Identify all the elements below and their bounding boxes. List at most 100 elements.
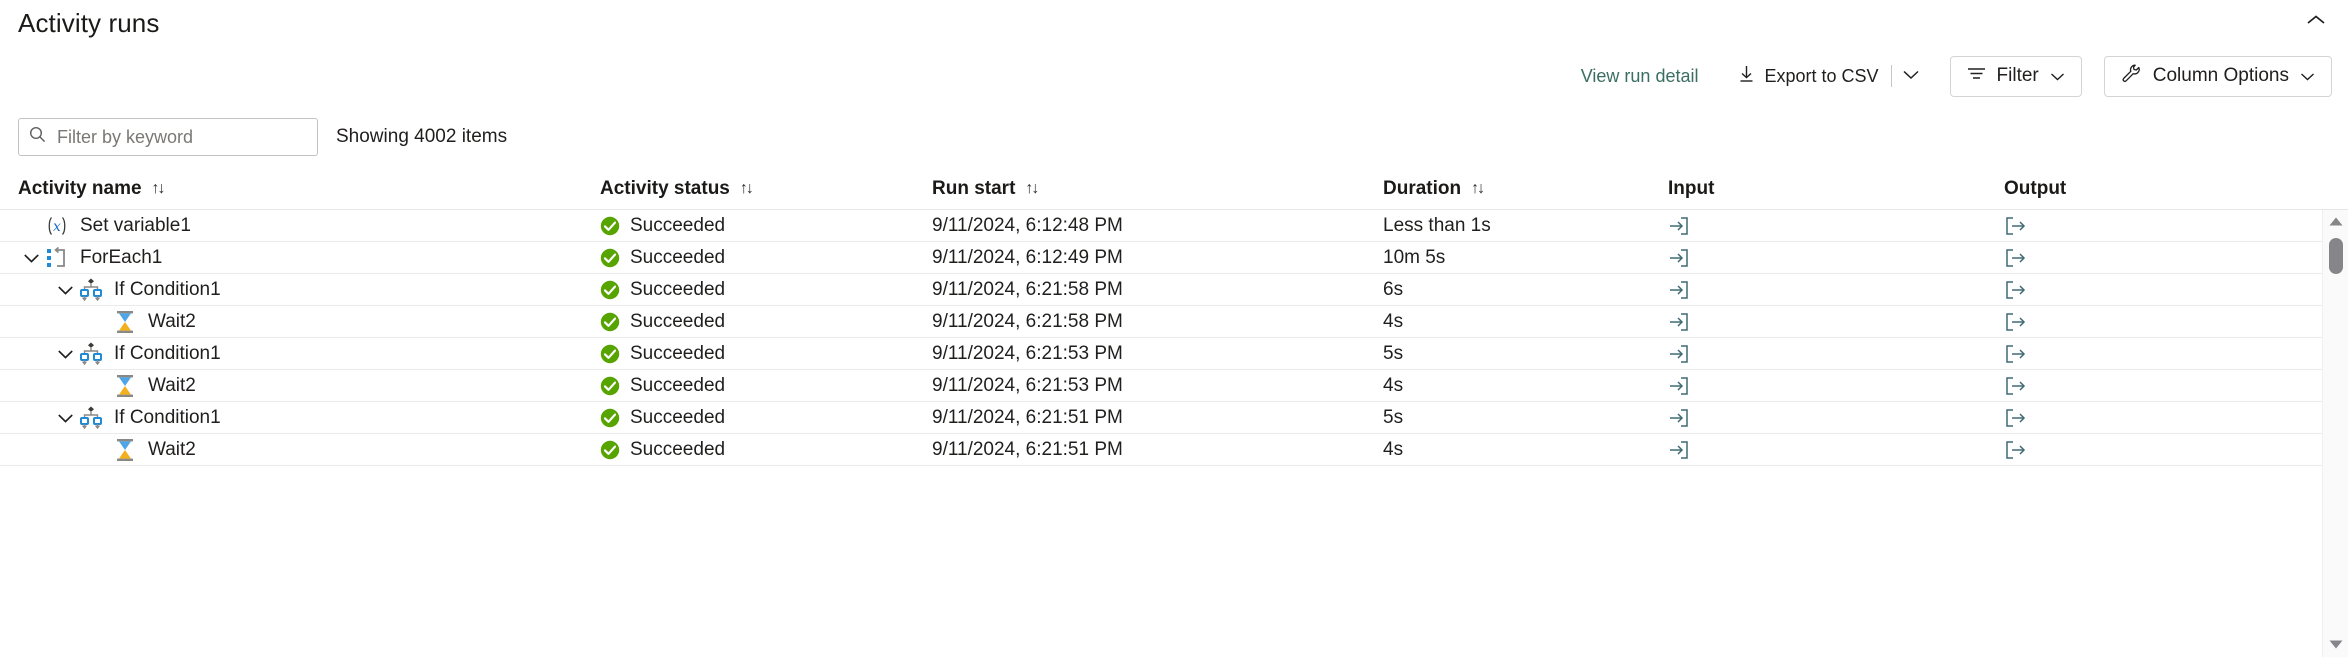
cell-input[interactable] bbox=[1668, 434, 1690, 466]
search-box[interactable] bbox=[18, 118, 318, 156]
arrow-into-box-icon[interactable] bbox=[1668, 248, 1690, 268]
activity-name-label: If Condition1 bbox=[114, 279, 221, 301]
cell-activity-status: Succeeded bbox=[600, 242, 725, 274]
panel-header: Activity runs bbox=[0, 0, 2348, 46]
set-variable-icon: x bbox=[44, 213, 70, 239]
cell-run-start: 9/11/2024, 6:21:58 PM bbox=[932, 306, 1123, 338]
cell-activity-status: Succeeded bbox=[600, 370, 725, 402]
column-header-run-start[interactable]: Run start ↑↓ bbox=[932, 178, 1037, 200]
arrow-out-of-box-icon[interactable] bbox=[2004, 280, 2026, 300]
cell-output[interactable] bbox=[2004, 242, 2026, 274]
sort-icon[interactable]: ↑↓ bbox=[740, 180, 752, 198]
row-expand-chevron-icon[interactable] bbox=[52, 405, 78, 431]
scrollbar-down-button[interactable] bbox=[2323, 633, 2348, 657]
cell-duration: 10m 5s bbox=[1383, 242, 1445, 274]
scrollbar-up-button[interactable] bbox=[2323, 210, 2348, 234]
command-bar: View run detail Export to CSV bbox=[1569, 55, 2332, 97]
cell-output[interactable] bbox=[2004, 210, 2026, 242]
cell-output[interactable] bbox=[2004, 274, 2026, 306]
table-row[interactable]: xSet variable1 Succeeded 9/11/2024, 6:12:4… bbox=[0, 210, 2348, 242]
search-input[interactable] bbox=[55, 126, 307, 149]
activity-name-label: Wait2 bbox=[148, 311, 196, 333]
vertical-scrollbar[interactable] bbox=[2322, 210, 2348, 657]
table-row[interactable]: If Condition1Succeeded9/11/2024, 6:21:53… bbox=[0, 338, 2348, 370]
sort-icon[interactable]: ↑↓ bbox=[1025, 180, 1037, 198]
arrow-into-box-icon[interactable] bbox=[1668, 312, 1690, 332]
status-badge: Succeeded bbox=[630, 407, 725, 429]
cell-run-start: 9/11/2024, 6:12:48 PM bbox=[932, 210, 1123, 242]
column-header-label: Duration bbox=[1383, 178, 1461, 200]
wait-hourglass-icon bbox=[112, 373, 138, 399]
status-success-icon bbox=[600, 216, 620, 236]
command-separator bbox=[1891, 65, 1892, 87]
arrow-out-of-box-icon[interactable] bbox=[2004, 408, 2026, 428]
table-row[interactable]: If Condition1Succeeded9/11/2024, 6:21:51… bbox=[0, 402, 2348, 434]
arrow-into-box-icon[interactable] bbox=[1668, 408, 1690, 428]
column-options-button[interactable]: Column Options bbox=[2104, 56, 2332, 97]
sort-icon[interactable]: ↑↓ bbox=[1471, 180, 1483, 198]
cell-duration: 4s bbox=[1383, 306, 1403, 338]
cell-activity-status: Succeeded bbox=[600, 274, 725, 306]
cell-input[interactable] bbox=[1668, 338, 1690, 370]
arrow-into-box-icon[interactable] bbox=[1668, 440, 1690, 460]
table-row[interactable]: If Condition1Succeeded9/11/2024, 6:21:58… bbox=[0, 274, 2348, 306]
filter-button[interactable]: Filter bbox=[1950, 56, 2082, 97]
export-to-csv-button[interactable]: Export to CSV bbox=[1728, 59, 1888, 93]
cell-input[interactable] bbox=[1668, 242, 1690, 274]
view-run-detail-link[interactable]: View run detail bbox=[1569, 66, 1711, 87]
cell-output[interactable] bbox=[2004, 402, 2026, 434]
arrow-into-box-icon[interactable] bbox=[1668, 280, 1690, 300]
arrow-out-of-box-icon[interactable] bbox=[2004, 216, 2026, 236]
cell-output[interactable] bbox=[2004, 434, 2026, 466]
cell-input[interactable] bbox=[1668, 210, 1690, 242]
wrench-icon bbox=[2121, 63, 2142, 90]
cell-input[interactable] bbox=[1668, 370, 1690, 402]
cell-output[interactable] bbox=[2004, 306, 2026, 338]
cell-input[interactable] bbox=[1668, 402, 1690, 434]
activity-runs-table: Activity name ↑↓ Activity status ↑↓ Run … bbox=[0, 168, 2348, 657]
cell-duration: 4s bbox=[1383, 370, 1403, 402]
row-expand-chevron-icon[interactable] bbox=[52, 277, 78, 303]
table-row[interactable]: Wait2Succeeded9/11/2024, 6:21:53 PM4s bbox=[0, 370, 2348, 402]
cell-output[interactable] bbox=[2004, 370, 2026, 402]
arrow-out-of-box-icon[interactable] bbox=[2004, 344, 2026, 364]
column-header-activity-name[interactable]: Activity name ↑↓ bbox=[18, 178, 164, 200]
cell-activity-name: xSet variable1 bbox=[18, 210, 191, 242]
cell-activity-name: ForEach1 bbox=[18, 242, 162, 274]
cell-input[interactable] bbox=[1668, 274, 1690, 306]
column-header-input[interactable]: Input bbox=[1668, 178, 1714, 200]
table-row[interactable]: Wait2 Succeeded 9/11/2024, 6:21:58 PM 4s bbox=[0, 306, 2348, 338]
arrow-out-of-box-icon[interactable] bbox=[2004, 440, 2026, 460]
row-expand-chevron-icon[interactable] bbox=[18, 245, 44, 271]
row-expand-chevron-icon[interactable] bbox=[52, 341, 78, 367]
arrow-out-of-box-icon[interactable] bbox=[2004, 376, 2026, 396]
status-success-icon bbox=[600, 408, 620, 428]
activity-name-label: If Condition1 bbox=[114, 407, 221, 429]
table-row[interactable]: ForEach1Succeeded9/11/2024, 6:12:49 PM10… bbox=[0, 242, 2348, 274]
column-header-duration[interactable]: Duration ↑↓ bbox=[1383, 178, 1483, 200]
column-header-activity-status[interactable]: Activity status ↑↓ bbox=[600, 178, 752, 200]
sort-icon[interactable]: ↑↓ bbox=[152, 180, 164, 198]
cell-input[interactable] bbox=[1668, 306, 1690, 338]
activity-name-label: ForEach1 bbox=[80, 247, 162, 269]
cell-activity-status: Succeeded bbox=[600, 306, 725, 338]
table-row[interactable]: Wait2Succeeded9/11/2024, 6:21:51 PM4s bbox=[0, 434, 2348, 466]
collapse-panel-button[interactable] bbox=[2298, 4, 2334, 40]
status-success-icon bbox=[600, 312, 620, 332]
scrollbar-thumb[interactable] bbox=[2329, 238, 2343, 274]
arrow-into-box-icon[interactable] bbox=[1668, 216, 1690, 236]
cell-activity-name: Wait2 bbox=[86, 306, 196, 338]
arrow-out-of-box-icon[interactable] bbox=[2004, 248, 2026, 268]
arrow-into-box-icon[interactable] bbox=[1668, 376, 1690, 396]
chevron-down-icon bbox=[2050, 65, 2065, 87]
cell-output[interactable] bbox=[2004, 338, 2026, 370]
export-to-csv-menu-button[interactable] bbox=[1894, 59, 1928, 93]
wait-hourglass-icon bbox=[112, 309, 138, 335]
arrow-into-box-icon[interactable] bbox=[1668, 344, 1690, 364]
arrow-out-of-box-icon[interactable] bbox=[2004, 312, 2026, 332]
svg-text:x: x bbox=[53, 219, 61, 235]
column-header-output[interactable]: Output bbox=[2004, 178, 2066, 200]
cell-activity-status: Succeeded bbox=[600, 210, 725, 242]
activity-name-label: Wait2 bbox=[148, 439, 196, 461]
table-body: xSet variable1 Succeeded 9/11/2024, 6:12:4… bbox=[0, 210, 2348, 657]
